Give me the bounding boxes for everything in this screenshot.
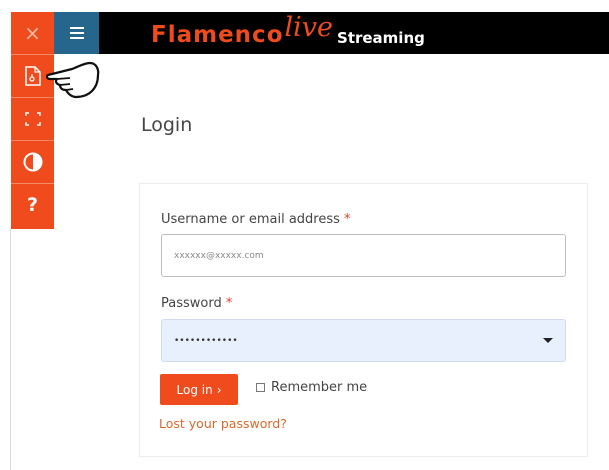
remember-label: Remember me [271, 380, 368, 395]
logo-script: live [284, 12, 334, 43]
pointing-hand-icon [45, 57, 102, 107]
page-title: Login [141, 114, 193, 136]
password-value: •••••••••••• [174, 335, 238, 346]
close-icon[interactable]: × [11, 12, 54, 54]
page-border [10, 229, 11, 470]
password-label: Password * [161, 296, 232, 311]
remember-checkbox[interactable] [256, 383, 265, 392]
contrast-icon[interactable] [11, 141, 54, 183]
accessibility-toolbar: × ? [11, 12, 54, 229]
login-button-label: Log in [176, 382, 213, 397]
password-manager-caret-icon[interactable] [543, 338, 553, 343]
username-label-text: Username or email address [161, 212, 340, 227]
required-mark: * [225, 296, 233, 311]
required-mark: * [344, 212, 351, 227]
remember-me[interactable]: Remember me [256, 380, 367, 395]
password-label-text: Password [161, 296, 222, 311]
chevron-right-icon: › [216, 382, 222, 397]
username-label: Username or email address * [161, 212, 351, 227]
password-field[interactable]: •••••••••••• [161, 319, 566, 362]
header-banner: Flamenco live Streaming [99, 12, 609, 54]
help-icon[interactable]: ? [11, 184, 54, 226]
login-button[interactable]: Log in › [160, 374, 238, 405]
username-value: xxxxxx@xxxxx.com [174, 250, 264, 261]
menu-icon[interactable] [54, 12, 99, 54]
site-logo[interactable]: Flamenco live Streaming [151, 12, 425, 50]
logo-tagline: Streaming [337, 29, 425, 47]
username-field[interactable]: xxxxxx@xxxxx.com [161, 234, 566, 277]
logo-name: Flamenco [151, 22, 284, 48]
lost-password-link[interactable]: Lost your password? [159, 416, 287, 431]
